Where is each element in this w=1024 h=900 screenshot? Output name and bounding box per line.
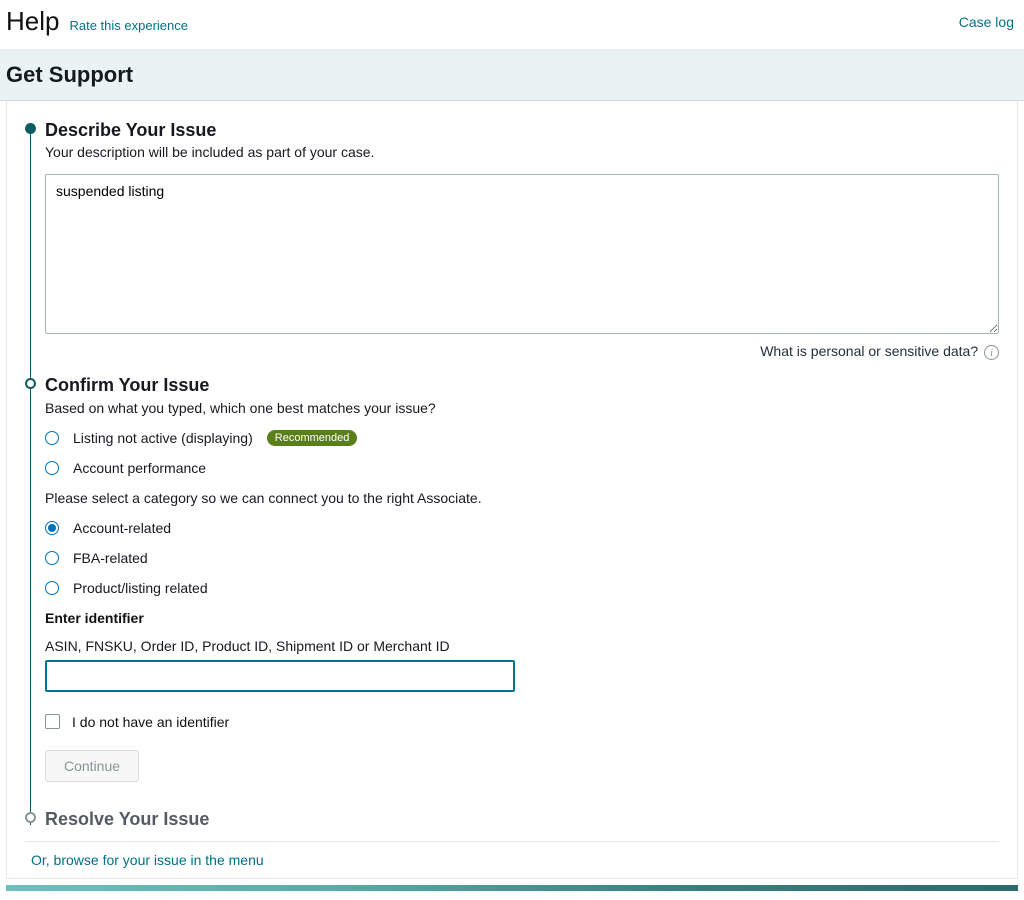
- radio-label: Listing not active (displaying): [73, 430, 253, 446]
- radio-row-account-related[interactable]: Account-related: [45, 520, 999, 536]
- page-title: Help: [6, 6, 59, 37]
- radio-label: FBA-related: [73, 550, 148, 566]
- browse-menu-link[interactable]: Or, browse for your issue in the menu: [25, 852, 999, 868]
- radio-group-category: Account-related FBA-related Product/list…: [45, 520, 999, 596]
- step-describe-title: Describe Your Issue: [45, 119, 999, 142]
- support-panel: Describe Your Issue Your description wil…: [6, 101, 1018, 879]
- checkbox-icon: [45, 714, 60, 729]
- identifier-hint: ASIN, FNSKU, Order ID, Product ID, Shipm…: [45, 638, 999, 654]
- case-log-link[interactable]: Case log: [959, 14, 1014, 30]
- bottom-accent: [6, 885, 1018, 891]
- radio-icon: [45, 521, 59, 535]
- radio-group-issue: Listing not active (displaying) Recommen…: [45, 430, 999, 476]
- radio-label: Account performance: [73, 460, 206, 476]
- no-identifier-row[interactable]: I do not have an identifier: [45, 714, 999, 730]
- radio-icon: [45, 581, 59, 595]
- step-resolve-title: Resolve Your Issue: [45, 808, 999, 831]
- radio-row-listing-not-active[interactable]: Listing not active (displaying) Recommen…: [45, 430, 999, 446]
- divider: [25, 841, 999, 842]
- step-confirm-title: Confirm Your Issue: [45, 374, 999, 397]
- continue-button[interactable]: Continue: [45, 750, 139, 782]
- radio-row-product-listing[interactable]: Product/listing related: [45, 580, 999, 596]
- section-header: Get Support: [0, 50, 1024, 101]
- describe-textarea[interactable]: [45, 174, 999, 334]
- no-identifier-label: I do not have an identifier: [72, 714, 229, 730]
- step-marker-confirm: [25, 378, 36, 389]
- identifier-label: Enter identifier: [45, 610, 999, 626]
- radio-icon: [45, 551, 59, 565]
- radio-row-account-performance[interactable]: Account performance: [45, 460, 999, 476]
- radio-icon: [45, 431, 59, 445]
- recommended-badge: Recommended: [267, 430, 358, 446]
- radio-label: Product/listing related: [73, 580, 208, 596]
- identifier-input[interactable]: [45, 660, 515, 692]
- info-icon[interactable]: i: [984, 345, 999, 360]
- top-bar: Help Rate this experience Case log: [0, 0, 1024, 50]
- step-describe-desc: Your description will be included as par…: [45, 144, 999, 160]
- step-resolve: Resolve Your Issue: [25, 808, 999, 831]
- step-marker-describe: [25, 123, 36, 134]
- step-marker-resolve: [25, 812, 36, 823]
- step-describe: Describe Your Issue Your description wil…: [25, 119, 999, 360]
- category-instruction: Please select a category so we can conne…: [45, 490, 999, 506]
- radio-row-fba-related[interactable]: FBA-related: [45, 550, 999, 566]
- step-confirm-desc: Based on what you typed, which one best …: [45, 400, 999, 416]
- radio-label: Account-related: [73, 520, 171, 536]
- radio-icon: [45, 461, 59, 475]
- rate-experience-link[interactable]: Rate this experience: [69, 18, 188, 33]
- step-confirm: Confirm Your Issue Based on what you typ…: [25, 374, 999, 793]
- sensitive-data-link[interactable]: What is personal or sensitive data?: [760, 343, 978, 359]
- helper-row: What is personal or sensitive data? i: [45, 343, 999, 360]
- section-title: Get Support: [6, 62, 133, 87]
